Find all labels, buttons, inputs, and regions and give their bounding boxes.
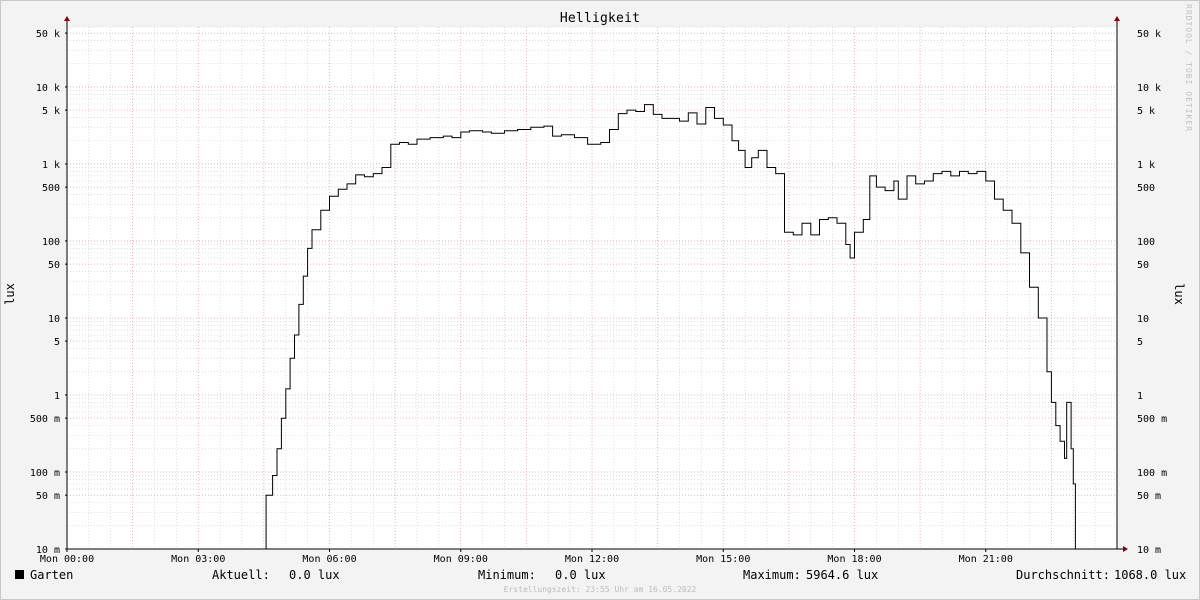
legend-swatch xyxy=(15,570,24,579)
x-tick-label: Mon 15:00 xyxy=(696,554,750,565)
y-tick-label-left: 10 k xyxy=(36,83,60,94)
y-tick-label-right: 1 xyxy=(1137,391,1143,402)
creation-time-footer: Erstellungszeit: 23:55 Uhr am 16.05.2022 xyxy=(503,585,697,594)
x-tick-label: Mon 03:00 xyxy=(171,554,225,565)
legend-current-value: 0.0 lux xyxy=(289,568,340,582)
y-tick-label-right: 50 xyxy=(1137,260,1149,271)
y-tick-label-right: 500 m xyxy=(1137,414,1167,425)
y-tick-label-right: 5 k xyxy=(1137,106,1155,117)
y-tick-label-left: 100 xyxy=(42,237,60,248)
y-tick-label-left: 500 xyxy=(42,183,60,194)
x-tick-label: Mon 06:00 xyxy=(302,554,356,565)
y-tick-label-left: 100 m xyxy=(30,468,60,479)
y-tick-label-right: 10 m xyxy=(1137,545,1161,556)
y-tick-label-right: 50 m xyxy=(1137,491,1161,502)
x-tick-label: Mon 12:00 xyxy=(565,554,619,565)
y-tick-label-left: 50 m xyxy=(36,491,60,502)
legend-min-value: 0.0 lux xyxy=(555,568,606,582)
chart-area: 50 k 50 k 10 k 10 k 5 k 5 k 1 k 1 k 500 500 100 100… xyxy=(30,16,1167,565)
x-tick-label: Mon 09:00 xyxy=(434,554,488,565)
y-tick-label-right: 10 xyxy=(1137,314,1149,325)
y-axis-arrow-left xyxy=(64,16,70,21)
x-tick-label: Mon 21:00 xyxy=(959,554,1013,565)
y-tick-label-left: 5 xyxy=(54,337,60,348)
legend-current-label: Aktuell: xyxy=(212,568,270,582)
legend-max-value: 5964.6 lux xyxy=(806,568,879,582)
legend-max-label: Maximum: xyxy=(743,568,801,582)
y-tick-label-left: 50 xyxy=(48,260,60,271)
y-tick-label-left: 10 xyxy=(48,314,60,325)
y-tick-label-right: 5 xyxy=(1137,337,1143,348)
legend-avg-label: Durchschnitt: xyxy=(1016,568,1110,582)
y-tick-label-right: 1 k xyxy=(1137,160,1155,171)
y-tick-label-right: 500 xyxy=(1137,183,1155,194)
y-tick-label-right: 100 m xyxy=(1137,468,1167,479)
y-tick-label-right: 10 k xyxy=(1137,83,1161,94)
y-tick-label-right: 100 xyxy=(1137,237,1155,248)
x-tick-label: Mon 18:00 xyxy=(827,554,881,565)
y-tick-label-left: 1 xyxy=(54,391,60,402)
y-tick-label-left: 1 k xyxy=(42,160,60,171)
y-tick-label-right: 50 k xyxy=(1137,29,1161,40)
x-axis-arrow xyxy=(1123,546,1128,552)
y-tick-label-left: 5 k xyxy=(42,106,60,117)
y-axis-arrow-right xyxy=(1114,16,1120,21)
y-tick-label-left: 500 m xyxy=(30,414,60,425)
legend-avg-value: 1068.0 lux xyxy=(1114,568,1187,582)
legend-min-label: Minimum: xyxy=(478,568,536,582)
y-tick-label-left: 50 k xyxy=(36,29,60,40)
x-tick-label: Mon 00:00 xyxy=(40,554,94,565)
legend-series-name: Garten xyxy=(30,568,74,582)
